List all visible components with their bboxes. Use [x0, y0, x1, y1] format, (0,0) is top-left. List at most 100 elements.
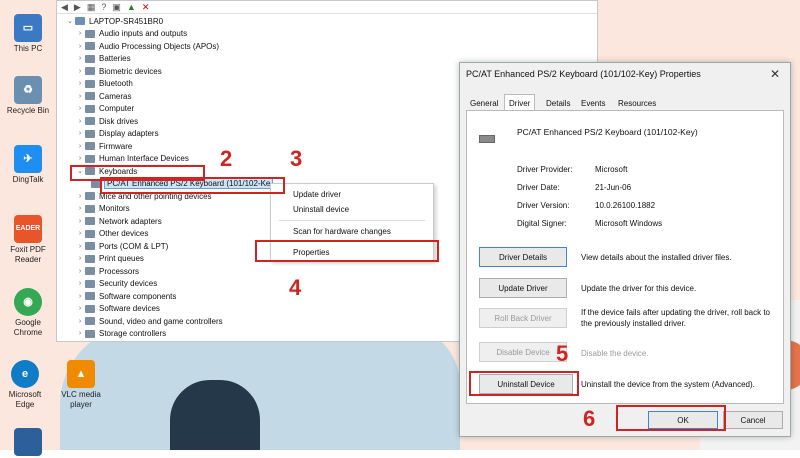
desktop-icon-recycle-bin[interactable]: ♻ Recycle Bin: [2, 76, 54, 116]
desktop-icon-label: DingTalk: [12, 175, 44, 184]
disable-device-button[interactable]: Disable Device: [479, 342, 567, 362]
tree-item-label: Software devices: [99, 304, 160, 314]
desktop-icon-label: Foxit PDF Reader: [10, 245, 46, 264]
tree-item-label: Computer: [99, 104, 135, 114]
back-arrow-icon[interactable]: ◀: [61, 2, 68, 13]
device-name: PC/AT Enhanced PS/2 Keyboard (101/102-Ke…: [517, 127, 698, 137]
chevron-right-icon[interactable]: ›: [75, 43, 85, 50]
highlight-keyboard-device: [100, 177, 285, 194]
roll-back-description: If the device fails after updating the d…: [581, 308, 770, 328]
chevron-right-icon[interactable]: ›: [75, 118, 85, 125]
chevron-right-icon[interactable]: ›: [75, 143, 85, 150]
foxit-icon: EADER: [14, 215, 42, 243]
chrome-icon: ◉: [14, 288, 42, 316]
tree-root[interactable]: ⌄ LAPTOP-SR451BR0: [65, 15, 585, 28]
chevron-right-icon[interactable]: ›: [75, 293, 85, 300]
chevron-right-icon[interactable]: ›: [75, 280, 85, 287]
chevron-right-icon[interactable]: ›: [75, 30, 85, 37]
update-driver-icon[interactable]: ▲: [127, 2, 136, 12]
tree-item-label: Display adapters: [99, 129, 159, 139]
tree-item-label: Firmware: [99, 141, 133, 151]
chevron-right-icon[interactable]: ›: [75, 68, 85, 75]
prop-label: Driver Provider:: [517, 165, 573, 174]
tree-item-label: Software components: [99, 291, 177, 301]
device-category-icon: [85, 242, 95, 251]
desktop-icon-partial[interactable]: [2, 428, 54, 458]
wallpaper-shape: [170, 380, 260, 450]
step-number-6: 6: [583, 406, 596, 431]
chevron-right-icon[interactable]: ›: [75, 218, 85, 225]
chevron-right-icon[interactable]: ›: [75, 105, 85, 112]
desktop-icon-edge[interactable]: e Microsoft Edge: [2, 360, 48, 410]
highlight-uninstall-device: [469, 371, 579, 396]
edge-icon: e: [11, 360, 39, 388]
update-driver-description: Update the driver for this device.: [581, 284, 697, 293]
roll-back-driver-button[interactable]: Roll Back Driver: [479, 308, 567, 328]
properties-icon[interactable]: ▦: [87, 2, 96, 13]
desktop-icon-this-pc[interactable]: ▭ This PC: [2, 14, 54, 54]
prop-label: Driver Date:: [517, 183, 560, 192]
device-category-icon: [85, 154, 95, 163]
desktop-icon-chrome[interactable]: ◉ Google Chrome: [2, 288, 54, 338]
recycle-bin-icon: ♻: [14, 76, 42, 104]
chevron-right-icon[interactable]: ›: [75, 230, 85, 237]
chevron-right-icon[interactable]: ›: [75, 130, 85, 137]
forward-arrow-icon[interactable]: ▶: [74, 2, 81, 13]
menu-item-update-driver[interactable]: Update driver: [293, 190, 341, 199]
menu-item-scan[interactable]: Scan for hardware changes: [293, 227, 391, 236]
chevron-right-icon[interactable]: ›: [75, 93, 85, 100]
desktop-icon-vlc[interactable]: ▲ VLC media player: [56, 360, 106, 410]
device-category-icon: [85, 329, 95, 338]
prop-label: Driver Version:: [517, 201, 570, 210]
help-icon[interactable]: ?: [101, 2, 106, 12]
tree-category-item[interactable]: › Audio inputs and outputs: [65, 28, 585, 41]
desktop-icon-label: Recycle Bin: [6, 106, 50, 115]
prop-value: Microsoft Windows: [595, 219, 663, 228]
chevron-right-icon[interactable]: ›: [75, 268, 85, 275]
tree-item-label: Audio inputs and outputs: [99, 29, 188, 39]
tree-item-label: Batteries: [99, 54, 131, 64]
step-number-2: 2: [220, 146, 233, 171]
menu-item-uninstall-device[interactable]: Uninstall device: [293, 205, 349, 214]
chevron-right-icon[interactable]: ›: [75, 155, 85, 162]
chevron-down-icon[interactable]: ⌄: [65, 17, 75, 25]
chevron-right-icon[interactable]: ›: [75, 305, 85, 312]
device-category-icon: [85, 104, 95, 113]
remove-icon[interactable]: ✕: [142, 2, 150, 13]
device-category-icon: [85, 279, 95, 288]
desktop-icon-label: Google Chrome: [13, 318, 43, 337]
chevron-right-icon[interactable]: ›: [75, 80, 85, 87]
driver-details-button[interactable]: Driver Details: [479, 247, 567, 267]
desktop-icon-dingtalk[interactable]: ✈ DingTalk: [2, 145, 54, 185]
chevron-right-icon[interactable]: ›: [75, 255, 85, 262]
tab-resources[interactable]: Resources: [614, 97, 660, 110]
tab-events[interactable]: Events: [577, 97, 609, 110]
device-category-icon: [85, 129, 95, 138]
tab-general[interactable]: General: [466, 97, 502, 110]
driver-details-description: View details about the installed driver …: [581, 253, 732, 262]
prop-value: 21-Jun-06: [595, 183, 632, 192]
scan-icon[interactable]: ▣: [112, 2, 121, 13]
tree-item-label: Bluetooth: [99, 79, 133, 89]
cancel-button[interactable]: Cancel: [723, 411, 783, 429]
chevron-right-icon[interactable]: ›: [75, 243, 85, 250]
monitor-icon: [14, 428, 42, 456]
desktop-icon-foxit[interactable]: EADER Foxit PDF Reader: [2, 215, 54, 265]
prop-value: Microsoft: [595, 165, 628, 174]
tree-category-item[interactable]: › Audio Processing Objects (APOs): [65, 40, 585, 53]
update-driver-button[interactable]: Update Driver: [479, 278, 567, 298]
step-number-3: 3: [290, 146, 303, 171]
chevron-right-icon[interactable]: ›: [75, 205, 85, 212]
tree-item-label: Storage controllers: [99, 329, 167, 339]
tree-item-label: Monitors: [99, 204, 130, 214]
chevron-right-icon[interactable]: ›: [75, 330, 85, 337]
close-icon[interactable]: ✕: [770, 67, 780, 81]
chevron-right-icon[interactable]: ›: [75, 193, 85, 200]
tab-details[interactable]: Details: [542, 97, 574, 110]
device-category-icon: [85, 79, 95, 88]
computer-icon: [75, 17, 85, 26]
chevron-right-icon[interactable]: ›: [75, 55, 85, 62]
desktop-icon-label: This PC: [13, 44, 43, 53]
chevron-right-icon[interactable]: ›: [75, 318, 85, 325]
device-category-icon: [85, 267, 95, 276]
